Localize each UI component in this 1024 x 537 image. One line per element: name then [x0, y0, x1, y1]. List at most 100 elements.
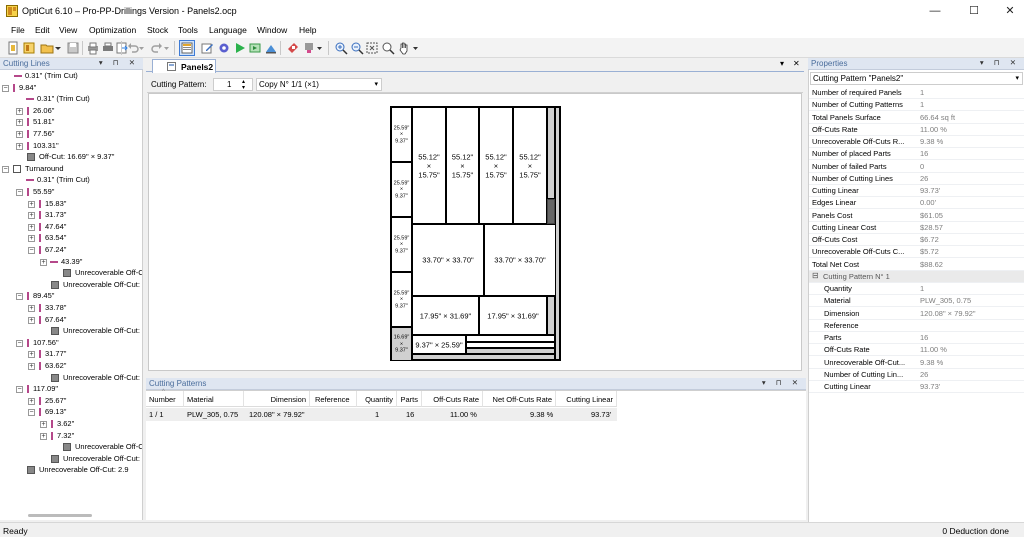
menu-edit[interactable]: Edit [35, 25, 50, 35]
property-row[interactable]: Number of Cutting Lines 26 [809, 173, 1024, 185]
new-icon[interactable] [6, 41, 20, 55]
property-row[interactable]: Edges Linear 0.00' [809, 197, 1024, 210]
save-icon[interactable] [66, 41, 80, 55]
tree-item[interactable]: Unrecoverable Off-Cut: 2.9 [0, 464, 142, 476]
toolbar-overflow-right-icon[interactable] [412, 41, 419, 55]
property-row[interactable]: Number of failed Parts 0 [809, 161, 1024, 173]
expand-icon[interactable]: + [28, 212, 35, 220]
panel-controls[interactable]: ▾ ⊓ ✕ [762, 378, 802, 387]
tree-item[interactable]: +63.54" [0, 232, 142, 244]
expand-icon[interactable]: + [28, 316, 35, 324]
cutting-layout-canvas[interactable]: 25.59" × 9.37" 25.59" × 9.37" 25.59" × 9.37" 2… [148, 93, 802, 371]
tree-item[interactable]: +51.81" [0, 116, 142, 128]
tree-item[interactable]: +3.62" [0, 418, 142, 430]
part-25-59-b[interactable]: 25.59" × 9.37" [391, 162, 412, 217]
zoom-window-icon[interactable] [381, 41, 395, 55]
part-33-70-a[interactable]: 33.70" × 33.70" [412, 224, 484, 296]
property-row[interactable]: Number of placed Parts 16 [809, 148, 1024, 161]
offcut-bottom-strip[interactable] [412, 354, 555, 360]
open-dropdown-icon[interactable] [54, 41, 62, 55]
collapse-icon[interactable]: − [16, 293, 23, 301]
property-row[interactable]: Number of required Panels 1 [809, 87, 1024, 100]
tree-item[interactable]: Unrecoverable Off-Cut: [0, 325, 142, 337]
property-row[interactable]: Total Panels Surface 66.64 sq ft [809, 112, 1024, 124]
toolbar-overflow-left-icon[interactable] [316, 41, 323, 55]
expand-icon[interactable]: + [28, 363, 35, 370]
offcut-lower-right[interactable] [547, 296, 555, 335]
menu-file[interactable]: File [11, 25, 25, 35]
expand-icon[interactable]: + [28, 305, 35, 312]
tree-item[interactable]: +63.62" [0, 360, 142, 372]
part-9-37[interactable]: 9.37" × 25.59" [412, 335, 466, 354]
tree-item[interactable]: +7.32" [0, 430, 142, 442]
zoom-in-icon[interactable] [334, 41, 348, 55]
redo-dropdown-icon[interactable] [163, 41, 170, 55]
optimize-settings-icon[interactable] [217, 41, 231, 55]
tree-item[interactable]: +77.56" [0, 128, 142, 140]
part-33-70-b[interactable]: 33.70" × 33.70" [484, 224, 556, 296]
label-icon[interactable] [286, 41, 300, 55]
expand-icon[interactable]: + [16, 131, 23, 138]
part-55-12-c[interactable]: 55.12" × 15.75" [479, 107, 513, 224]
pan-hand-icon[interactable] [397, 41, 411, 55]
run-icon[interactable] [233, 41, 247, 55]
part-25-59-d[interactable]: 25.59" × 9.37" [391, 272, 412, 327]
tree-item[interactable]: Unrecoverable Off-Cut: [0, 279, 142, 291]
property-row[interactable]: Off-Cuts Rate 11.00 % [809, 124, 1024, 136]
offcut-16-69[interactable]: 16.69" × 9.37" [391, 327, 412, 361]
tree-item[interactable]: +47.64" [0, 221, 142, 233]
column-header-net-offcuts-rate[interactable]: Net Off-Cuts Rate [483, 391, 556, 407]
offcut-bottom-a[interactable] [466, 335, 555, 342]
step-icon[interactable] [248, 41, 262, 55]
zoom-out-icon[interactable] [350, 41, 364, 55]
part-25-59-a[interactable]: 25.59" × 9.37" [391, 107, 412, 162]
tree-item[interactable]: +67.64" [0, 314, 142, 326]
copy-select[interactable]: Copy N° 1/1 (×1) ▾ [256, 78, 382, 91]
property-row[interactable]: Unrecoverable Off-Cuts C... $5.72 [809, 246, 1024, 259]
tree-item[interactable]: − Turnaround [0, 163, 142, 175]
tree-item[interactable]: − 55.59" [0, 186, 142, 198]
property-row[interactable]: Dimension 120.08" × 79.92" [809, 308, 1024, 320]
property-row[interactable]: Off-Cuts Rate 11.00 % [809, 344, 1024, 357]
tree-item[interactable]: Unrecoverable Off-Cut: [0, 372, 142, 384]
expand-icon[interactable]: + [16, 107, 23, 115]
expand-icon[interactable]: + [40, 421, 47, 428]
property-row[interactable]: Parts 16 [809, 332, 1024, 345]
doc-tab-menu-icon[interactable]: ▾ [780, 59, 784, 68]
expand-icon[interactable]: + [28, 200, 35, 208]
column-header-cutting-linear[interactable]: Cutting Linear [556, 391, 617, 407]
column-header-quantity[interactable]: Quantity [357, 391, 397, 407]
property-row[interactable]: Unrecoverable Off-Cuts R... 9.38 % [809, 136, 1024, 149]
property-row[interactable]: Quantity 1 [809, 283, 1024, 296]
tree-item[interactable]: − 89.45" [0, 290, 142, 302]
redo-icon[interactable] [150, 41, 164, 55]
collapse-icon[interactable]: − [16, 339, 23, 347]
maximize-button[interactable]: ☐ [956, 0, 992, 22]
properties-icon[interactable] [179, 40, 195, 56]
panel-controls[interactable]: ▾ ⊓ ✕ [980, 58, 1020, 67]
tree-item[interactable]: +103.31" [0, 140, 142, 152]
property-row[interactable]: Off-Cuts Cost $6.72 [809, 234, 1024, 247]
tree-item[interactable]: − 117.09" [0, 383, 142, 395]
column-header-material[interactable]: Material [184, 391, 244, 407]
menu-tools[interactable]: Tools [178, 25, 198, 35]
tree-item[interactable]: 0.31" (Trim Cut) [0, 93, 142, 105]
chevron-down-icon[interactable]: ▾ [1015, 74, 1019, 82]
property-row[interactable]: Number of Cutting Patterns 1 [809, 99, 1024, 112]
menu-stock[interactable]: Stock [147, 25, 168, 35]
new-project-icon[interactable] [22, 41, 36, 55]
cutting-patterns-table[interactable]: Number ^ Material Dimension Reference Qua… [146, 389, 806, 520]
menu-optimization[interactable]: Optimization [89, 25, 136, 35]
tree-item[interactable]: Unrecoverable Off-Cut: [0, 453, 142, 465]
property-group-header[interactable]: ⊟ Cutting Pattern N° 1 [809, 270, 1024, 283]
unrecoverable-offcut-top[interactable] [547, 199, 555, 224]
print-icon[interactable] [101, 41, 115, 55]
edit-icon[interactable] [200, 41, 214, 55]
collapse-icon[interactable]: − [16, 386, 23, 394]
tree-item[interactable]: +33.78" [0, 302, 142, 314]
menu-window[interactable]: Window [257, 25, 287, 35]
collapse-icon[interactable]: − [28, 247, 35, 254]
column-header-dimension[interactable]: Dimension [244, 391, 310, 407]
document-tab-panels2[interactable]: Panels2 [152, 59, 216, 73]
open-icon[interactable] [40, 41, 54, 55]
